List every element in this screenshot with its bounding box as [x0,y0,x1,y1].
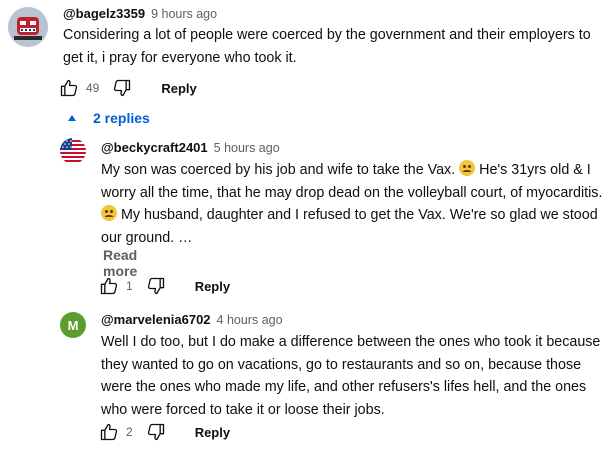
reply-text: My son was coerced by his job and wife t… [101,159,606,249]
thumbs-up-icon [60,79,78,97]
reply-button[interactable]: Reply [195,279,230,294]
reply-text-part: My son was coerced by his job and wife t… [101,162,456,178]
comment-text: Considering a lot of people were coerced… [63,27,591,66]
comment-meta: @bagelz3359 9 hours ago [63,6,217,21]
avatar[interactable] [60,138,86,164]
comment-author[interactable]: @bagelz3359 [63,6,145,21]
comment-actions: 49 Reply [58,76,197,100]
reply-meta: @marvelenia6702 4 hours ago [101,312,283,327]
replies-count-label: 2 replies [93,110,150,126]
avatar[interactable] [8,7,48,47]
reply-actions: 2 Reply [98,420,230,444]
replies-toggle[interactable]: 2 replies [64,110,150,126]
reply-button[interactable]: Reply [195,425,230,440]
thumbs-down-icon [114,79,131,97]
reply-time[interactable]: 5 hours ago [214,141,280,155]
reply-meta: @beckycraft2401 5 hours ago [101,140,280,155]
thumbs-up-icon [100,423,118,441]
dislike-button[interactable] [145,421,167,443]
us-flag-icon [60,138,86,164]
thumbs-down-icon [147,277,164,295]
reply-time[interactable]: 4 hours ago [217,313,283,327]
chevron-up-icon [68,115,76,121]
reply-text: Well I do too, but I do make a differenc… [101,334,601,418]
avatar[interactable]: M [60,312,86,338]
reply-author[interactable]: @marvelenia6702 [101,312,211,327]
reply-text-part: My husband, daughter and I refused to ge… [101,207,598,246]
dislike-button[interactable] [145,275,167,297]
reply-button[interactable]: Reply [161,81,196,96]
avatar-letter: M [67,317,79,333]
crying-face-icon [101,205,117,221]
like-button[interactable] [58,77,80,99]
like-button[interactable] [98,421,120,443]
like-count: 1 [126,279,133,293]
dislike-button[interactable] [111,77,133,99]
crying-face-icon [459,160,476,176]
like-count: 49 [86,81,100,95]
like-count: 2 [126,425,133,439]
like-button[interactable] [98,275,120,297]
reply-actions: 1 Reply [98,274,230,298]
thumbs-down-icon [147,423,164,441]
comment-time[interactable]: 9 hours ago [151,7,217,21]
reply-author[interactable]: @beckycraft2401 [101,140,208,155]
thumbs-up-icon [100,277,118,295]
